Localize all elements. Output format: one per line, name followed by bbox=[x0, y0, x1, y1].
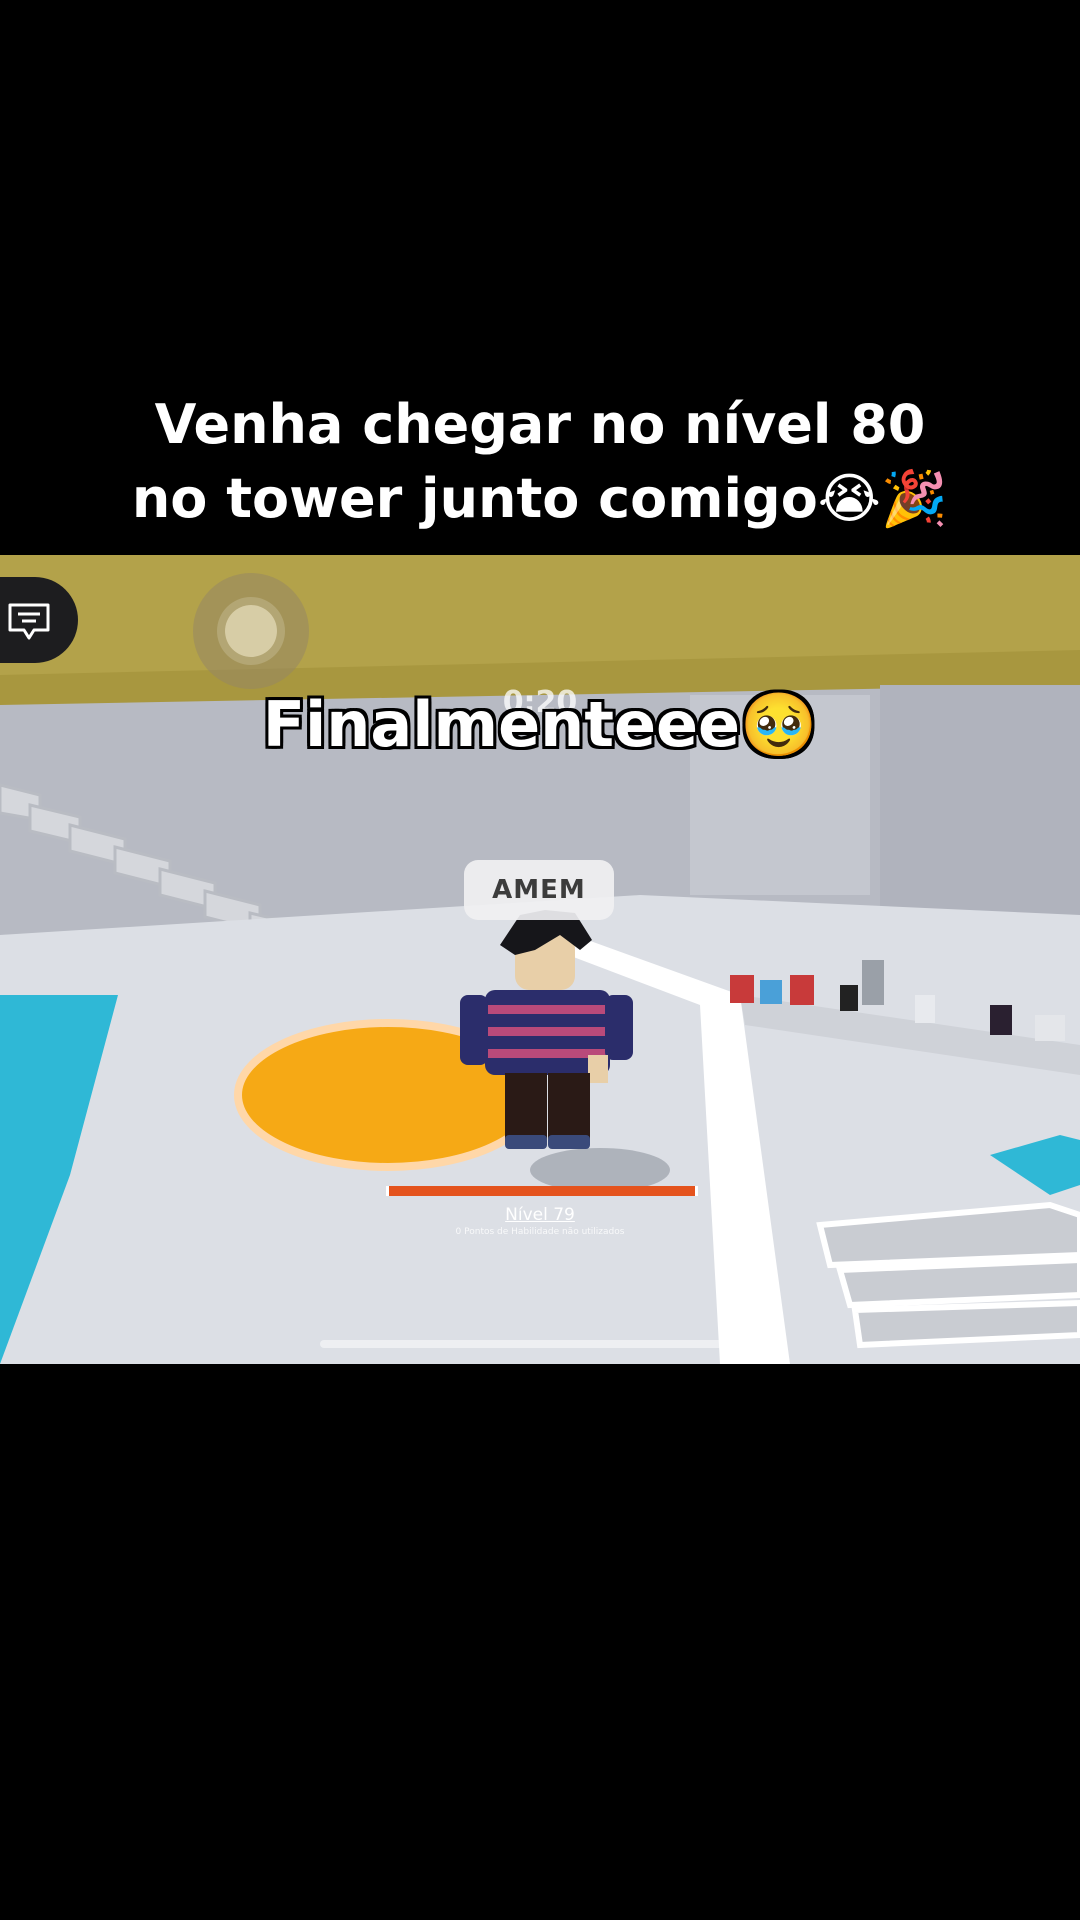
chat-bubble-icon bbox=[8, 603, 50, 640]
caption-line-1: Venha chegar no nível 80 bbox=[154, 393, 926, 456]
game-viewport[interactable]: 0:20 Finalmenteee🥹 AMEM Nível 79 0 Ponto… bbox=[0, 555, 1080, 1364]
xp-progress-bar bbox=[386, 1186, 698, 1196]
stairs-right bbox=[816, 1201, 1080, 1349]
player-nametag: AMEM bbox=[464, 860, 614, 920]
jump-joystick-icon[interactable] bbox=[193, 573, 309, 689]
game-scene bbox=[0, 555, 1080, 1364]
level-label[interactable]: Nível 79 bbox=[440, 1205, 640, 1225]
skill-points-label: 0 Pontos de Habilidade não utilizados bbox=[455, 1227, 625, 1237]
video-caption: Venha chegar no nível 80 no tower junto … bbox=[0, 388, 1080, 536]
home-indicator[interactable] bbox=[320, 1340, 760, 1348]
joystick-knob[interactable] bbox=[225, 605, 277, 657]
overlay-caption: Finalmenteee🥹 bbox=[262, 688, 818, 761]
caption-line-2: no tower junto comigo😭🎉 bbox=[131, 467, 949, 530]
